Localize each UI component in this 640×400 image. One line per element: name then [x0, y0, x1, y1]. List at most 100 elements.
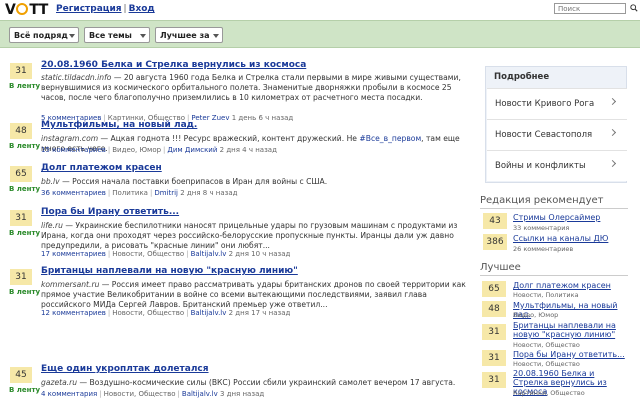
news-source: gazeta.ru [41, 378, 78, 387]
news-text: — Россия имеет право рассматривать удары… [41, 280, 466, 309]
chevron-right-icon [608, 159, 617, 168]
news-source: kommersant.ru [41, 280, 100, 289]
news-body: gazeta.ru — Воздушно-космические силы (В… [41, 378, 467, 388]
news-time: 1 день 6 ч назад [231, 114, 294, 122]
news-title[interactable]: 20.08.1960 Белка и Стрелка вернулись из … [41, 60, 306, 70]
more-item-krivoy-rog[interactable]: Новости Кривого Рога [487, 88, 627, 119]
vote-score[interactable]: 43 [483, 213, 507, 229]
vote-score[interactable]: 65 [482, 281, 506, 297]
vote-score[interactable]: 31 [482, 372, 506, 388]
comments-link[interactable]: 17 комментариев [41, 250, 106, 258]
best-title[interactable]: Британцы наплевали на новую "красную лин… [513, 321, 628, 339]
more-item-sevastopol[interactable]: Новости Севастополя [487, 119, 627, 150]
vote-score[interactable]: 45 [10, 367, 32, 383]
news-body: static.tildacdn.info — 20 августа 1960 г… [41, 73, 467, 103]
to-feed-link[interactable]: В ленту [9, 82, 40, 90]
news-body: life.ru — Украинские беспилотники нанося… [41, 221, 467, 251]
comments-link[interactable]: 4 комментария [41, 390, 97, 398]
best-sub: Видео, Юмор [513, 311, 559, 319]
more-item-wars[interactable]: Войны и конфликты [487, 150, 627, 181]
vote-score[interactable]: 65 [10, 166, 32, 182]
recommended-sub: 33 комментария [513, 224, 570, 232]
news-text: — Украинские беспилотники наносят прицел… [41, 221, 458, 250]
news-time: 3 дня назад [219, 390, 265, 398]
best-select[interactable]: Лучшее за [155, 27, 223, 43]
topics-select[interactable]: Все темы [84, 27, 150, 43]
vote-score[interactable]: 31 [482, 350, 506, 366]
topics-select-label: Все темы [89, 31, 132, 40]
news-title[interactable]: Долг платежом красен [41, 163, 162, 173]
search-icon[interactable] [630, 4, 638, 12]
news-title[interactable]: Пора бы Ирану ответить... [41, 207, 179, 217]
news-meta: 12 комментариев | Новости, Общество | Baltij… [41, 309, 291, 317]
news-category: Видео, Юмор [112, 146, 162, 154]
recommended-heading: Редакция рекомендует [480, 195, 604, 206]
news-title[interactable]: Мультфильмы, на новый лад. [41, 120, 197, 130]
comments-link[interactable]: 15 комментариев [41, 146, 106, 154]
best-select-label: Лучшее за [160, 31, 210, 40]
vote-score[interactable]: 48 [10, 123, 32, 139]
best-title[interactable]: Долг платежом красен [513, 281, 628, 290]
news-title[interactable]: Британцы наплевали на новую "красную лин… [41, 266, 298, 276]
more-list: Новости Кривого Рога Новости Севастополя… [487, 88, 627, 181]
vote-score[interactable]: 31 [10, 210, 32, 226]
chevron-down-icon [213, 34, 219, 38]
author-link[interactable]: Дим Димский [167, 146, 217, 154]
filter-bar: Всё подряд Все темы Лучшее за [0, 20, 640, 48]
author-link[interactable]: Baltijalv.lv [182, 390, 218, 398]
best-heading: Лучшее [480, 262, 521, 273]
vote-score[interactable]: 31 [10, 63, 32, 79]
news-body: kommersant.ru — Россия имеет право рассм… [41, 280, 467, 310]
best-sub: Картинки, Общество [513, 389, 585, 397]
comments-link[interactable]: 12 комментариев [41, 309, 106, 317]
vote-score[interactable]: 386 [483, 234, 507, 250]
news-text: — Россия начала поставки боеприпасов в И… [59, 177, 328, 186]
to-feed-link[interactable]: В ленту [9, 386, 40, 394]
period-select-label: Всё подряд [14, 31, 68, 40]
vote-score[interactable]: 31 [10, 269, 32, 285]
login-link[interactable]: Вход [129, 4, 155, 14]
site-logo[interactable]: V TT [5, 2, 48, 18]
best-sub: Новости, Общество [513, 360, 580, 368]
author-link[interactable]: Dmitrij [154, 189, 178, 197]
news-source: instagram.com [41, 134, 99, 143]
vote-score[interactable]: 48 [482, 301, 506, 317]
to-feed-link[interactable]: В ленту [9, 185, 40, 193]
register-link[interactable]: Регистрация [56, 4, 122, 14]
news-title[interactable]: Еще один укроплтак долетался [41, 364, 209, 374]
author-link[interactable]: Baltijalv.lv [191, 250, 227, 258]
to-feed-link[interactable]: В ленту [9, 288, 40, 296]
author-link[interactable]: Baltijalv.lv [191, 309, 227, 317]
recommended-title[interactable]: Ссылки на каналы ДЮ [513, 234, 628, 243]
news-time: 2 дня 4 ч назад [219, 146, 277, 154]
news-text: — Воздушно-космические силы (ВКС) России… [77, 378, 456, 387]
header: V TT Регистрация | Вход [0, 0, 640, 20]
period-select[interactable]: Всё подряд [9, 27, 79, 43]
best-title[interactable]: Пора бы Ирану ответить... [513, 350, 628, 359]
news-meta: 15 комментариев | Видео, Юмор | Дим Димский … [41, 146, 277, 154]
news-meta: 4 комментария | Новости, Общество | Baltijal… [41, 390, 265, 398]
news-time: 2 дня 17 ч назад [228, 309, 291, 317]
chevron-down-icon [69, 34, 75, 38]
logo-ring-icon [16, 3, 29, 15]
auth-links: Регистрация | Вход [56, 4, 155, 14]
news-category: Новости, Общество [103, 390, 176, 398]
recommended-divider [480, 208, 628, 209]
comments-link[interactable]: 36 комментариев [41, 189, 106, 197]
vote-score[interactable]: 31 [482, 324, 506, 340]
more-item-label: Новости Севастополя [495, 130, 593, 140]
news-source: static.tildacdn.info [41, 73, 112, 82]
news-source: bb.lv [41, 177, 60, 186]
recommended-title[interactable]: Стримы Олерсаймер [513, 213, 628, 222]
more-item-label: Войны и конфликты [495, 161, 586, 171]
to-feed-link[interactable]: В ленту [9, 142, 40, 150]
chevron-right-icon [608, 128, 617, 137]
search-input[interactable] [554, 3, 626, 14]
more-item-label: Новости Кривого Рога [495, 99, 595, 109]
news-time: 2 дня 10 ч назад [228, 250, 291, 258]
to-feed-link[interactable]: В ленту [9, 229, 40, 237]
chevron-right-icon [608, 97, 617, 106]
recommended-sub: 26 комментариев [513, 245, 574, 253]
hashtag-link[interactable]: #Все_в_первом [359, 134, 421, 143]
best-sub: Новости, Общество [513, 341, 580, 349]
